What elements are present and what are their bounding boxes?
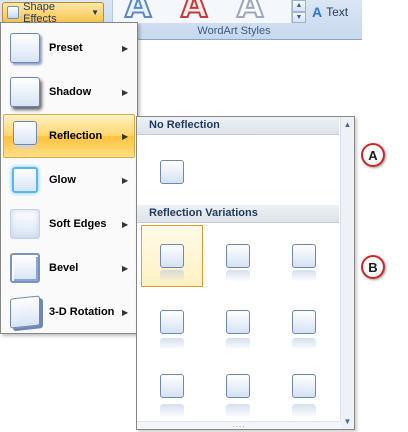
- text-fill-icon: A: [312, 4, 323, 20]
- bevel-icon: [8, 251, 42, 285]
- reflection-thumbnail: [226, 310, 250, 350]
- menu-item-glow[interactable]: Glow ▶: [3, 158, 135, 202]
- chevron-right-icon: ▶: [122, 307, 129, 317]
- menu-item-soft-edges[interactable]: Soft Edges ▶: [3, 202, 135, 246]
- no-reflection-thumbnail: [160, 160, 184, 184]
- wordart-style-gray[interactable]: A: [236, 0, 264, 23]
- menu-item-3d-rotation[interactable]: 3-D Rotation ▶: [3, 290, 135, 334]
- menu-item-bevel[interactable]: Bevel ▶: [3, 246, 135, 290]
- wordart-style-blue[interactable]: A: [124, 0, 152, 23]
- menu-item-label: Reflection: [49, 130, 103, 142]
- reflection-thumbnail: [160, 244, 184, 282]
- menu-item-preset[interactable]: Preset ▶: [3, 26, 135, 70]
- menu-item-label: Glow: [49, 174, 76, 186]
- chevron-right-icon: ▶: [122, 263, 129, 273]
- shape-effects-button[interactable]: Shape Effects ▼: [2, 0, 104, 25]
- menu-item-label: Shadow: [49, 86, 92, 98]
- reflection-variation-6[interactable]: [273, 291, 335, 353]
- reflection-icon: [8, 119, 42, 153]
- text-fill-label: Text: [326, 5, 349, 19]
- shape-effects-label: Shape Effects: [23, 0, 57, 25]
- scroll-down-icon[interactable]: ▼: [344, 417, 352, 426]
- menu-item-label: 3-D Rotation: [49, 306, 115, 318]
- wordart-styles-group-label: WordArt Styles: [197, 25, 271, 37]
- menu-item-label: Preset: [49, 42, 83, 54]
- reflection-variation-4[interactable]: [141, 291, 203, 353]
- resize-grip[interactable]: ....: [137, 421, 341, 429]
- chevron-right-icon: ▶: [122, 175, 129, 185]
- gallery-scroll: ▲ ▼: [292, 0, 306, 23]
- reflection-variation-7[interactable]: [141, 355, 203, 418]
- reflection-variation-5[interactable]: [207, 291, 269, 353]
- 3d-rotation-icon: [8, 295, 42, 329]
- submenu-scrollbar[interactable]: ▲ ▼: [340, 117, 354, 429]
- wordart-style-red[interactable]: A: [180, 0, 208, 23]
- menu-item-shadow[interactable]: Shadow ▶: [3, 70, 135, 114]
- reflection-thumbnail: [160, 374, 184, 418]
- reflection-variation-1[interactable]: [141, 225, 203, 287]
- reflection-thumbnail: [160, 310, 184, 350]
- option-no-reflection[interactable]: [141, 141, 203, 203]
- section-header-reflection-variations: Reflection Variations: [137, 205, 339, 223]
- reflection-variation-9[interactable]: [273, 355, 335, 418]
- chevron-right-icon: ▶: [122, 87, 129, 97]
- reflection-variation-3[interactable]: [273, 225, 335, 287]
- preset-icon: [8, 31, 42, 65]
- shape-effects-menu: Preset ▶ Shadow ▶ Reflection ▶ Glow ▶ So…: [0, 22, 138, 334]
- reflection-thumbnail: [226, 374, 250, 418]
- chevron-down-icon: ▼: [91, 8, 99, 17]
- menu-item-reflection[interactable]: Reflection ▶: [3, 114, 135, 158]
- gallery-scroll-up[interactable]: ▲: [292, 0, 306, 12]
- reflection-submenu: No Reflection Reflection Variations ▲ ▼ …: [136, 116, 355, 430]
- menu-item-label: Bevel: [49, 262, 79, 274]
- chevron-right-icon: ▶: [122, 219, 129, 229]
- reflection-thumbnail: [226, 244, 250, 282]
- shadow-icon: [8, 75, 42, 109]
- chevron-right-icon: ▶: [122, 43, 129, 53]
- wordart-gallery: A A A: [112, 0, 292, 23]
- scroll-up-icon[interactable]: ▲: [344, 120, 352, 129]
- section-header-no-reflection: No Reflection: [137, 117, 339, 135]
- reflection-variation-8[interactable]: [207, 355, 269, 418]
- reflection-thumbnail: [292, 310, 316, 350]
- gallery-scroll-down[interactable]: ▼: [292, 11, 306, 23]
- shape-effects-icon: [7, 6, 20, 19]
- menu-item-label: Soft Edges: [49, 218, 107, 230]
- callout-b: B: [361, 255, 385, 279]
- soft-edges-icon: [8, 207, 42, 241]
- chevron-right-icon: ▶: [122, 131, 129, 141]
- text-fill-button[interactable]: A Text: [312, 4, 348, 20]
- glow-icon: [8, 163, 42, 197]
- reflection-thumbnail: [292, 374, 316, 418]
- reflection-variation-2[interactable]: [207, 225, 269, 287]
- reflection-thumbnail: [292, 244, 316, 282]
- callout-a: A: [361, 143, 385, 167]
